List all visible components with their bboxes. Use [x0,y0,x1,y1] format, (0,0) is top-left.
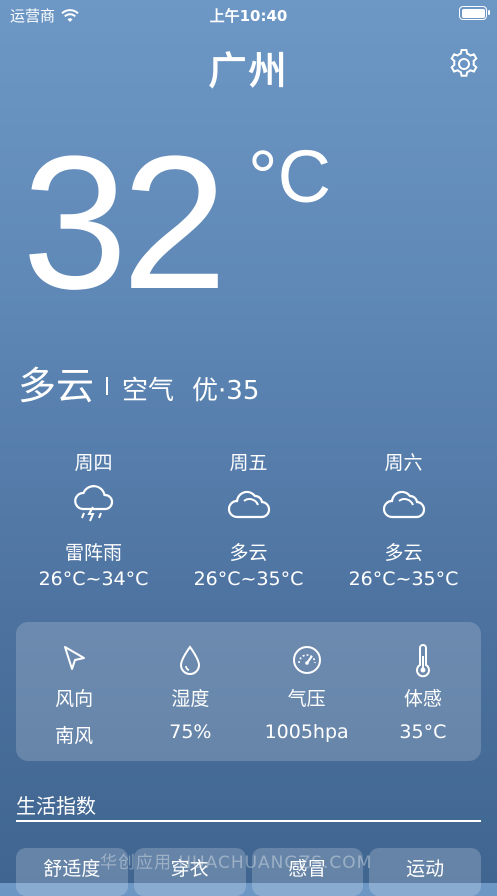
detail-pressure: 气压 1005hpa [249,622,365,761]
life-index-item[interactable]: 运动 [369,848,481,896]
current-temperature: 32 [22,117,227,329]
detail-value: 1005hpa [264,721,349,743]
forecast-desc: 多云 [229,542,268,564]
humidity-drop-icon [180,645,201,675]
status-bar: 运营商 上午10:40 [0,0,497,28]
temperature-unit: °C [248,135,332,218]
air-quality-value: 优·35 [192,376,260,406]
forecast-row: 周四 雷阵雨 26°C~34°C 周五 多云 26°C~35°C 周六 多云 2… [0,448,497,590]
details-card: 风向 南风 湿度 75% 气压 1005hpa 体感 35°C [16,622,481,761]
detail-value: 75% [169,721,212,743]
status-time: 上午10:40 [209,7,288,25]
detail-humidity: 湿度 75% [132,622,248,761]
cloud-icon [227,490,270,519]
detail-value: 南风 [55,725,94,747]
thermometer-icon [415,644,430,678]
detail-label: 湿度 [171,688,210,710]
forecast-day-name: 周五 [229,452,268,474]
wind-direction-icon [64,646,86,670]
air-quality-label: 空气 [122,376,175,406]
thunder-rain-icon [73,485,113,522]
life-index-title: 生活指数 [16,794,96,818]
cloud-icon [382,490,425,519]
detail-label: 体感 [403,688,442,710]
gear-icon[interactable] [447,47,481,81]
forecast-desc: 雷阵雨 [64,542,122,564]
forecast-day-name: 周四 [74,452,113,474]
current-condition: 多云 [18,364,95,408]
divider [106,377,109,395]
detail-feels-like: 体感 35°C [365,622,481,761]
detail-wind: 风向 南风 [16,622,132,761]
watermark: 华创应用 HUACHUANGZS.COM [100,853,373,873]
forecast-desc: 多云 [384,542,423,564]
forecast-day[interactable]: 周五 多云 26°C~35°C [171,448,326,590]
battery-icon [459,6,490,20]
forecast-range: 26°C~34°C [38,568,149,590]
detail-label: 风向 [55,688,94,710]
forecast-range: 26°C~35°C [348,568,459,590]
pressure-gauge-icon [292,646,321,674]
detail-label: 气压 [287,688,326,710]
divider [16,820,481,822]
forecast-range: 26°C~35°C [193,568,304,590]
detail-value: 35°C [399,721,447,743]
forecast-day[interactable]: 周六 多云 26°C~35°C [326,448,481,590]
city-title[interactable]: 广州 [0,40,497,95]
condition-row: 多云 空气 优·35 [18,355,259,410]
forecast-day[interactable]: 周四 雷阵雨 26°C~34°C [16,448,171,590]
forecast-day-name: 周六 [384,452,423,474]
